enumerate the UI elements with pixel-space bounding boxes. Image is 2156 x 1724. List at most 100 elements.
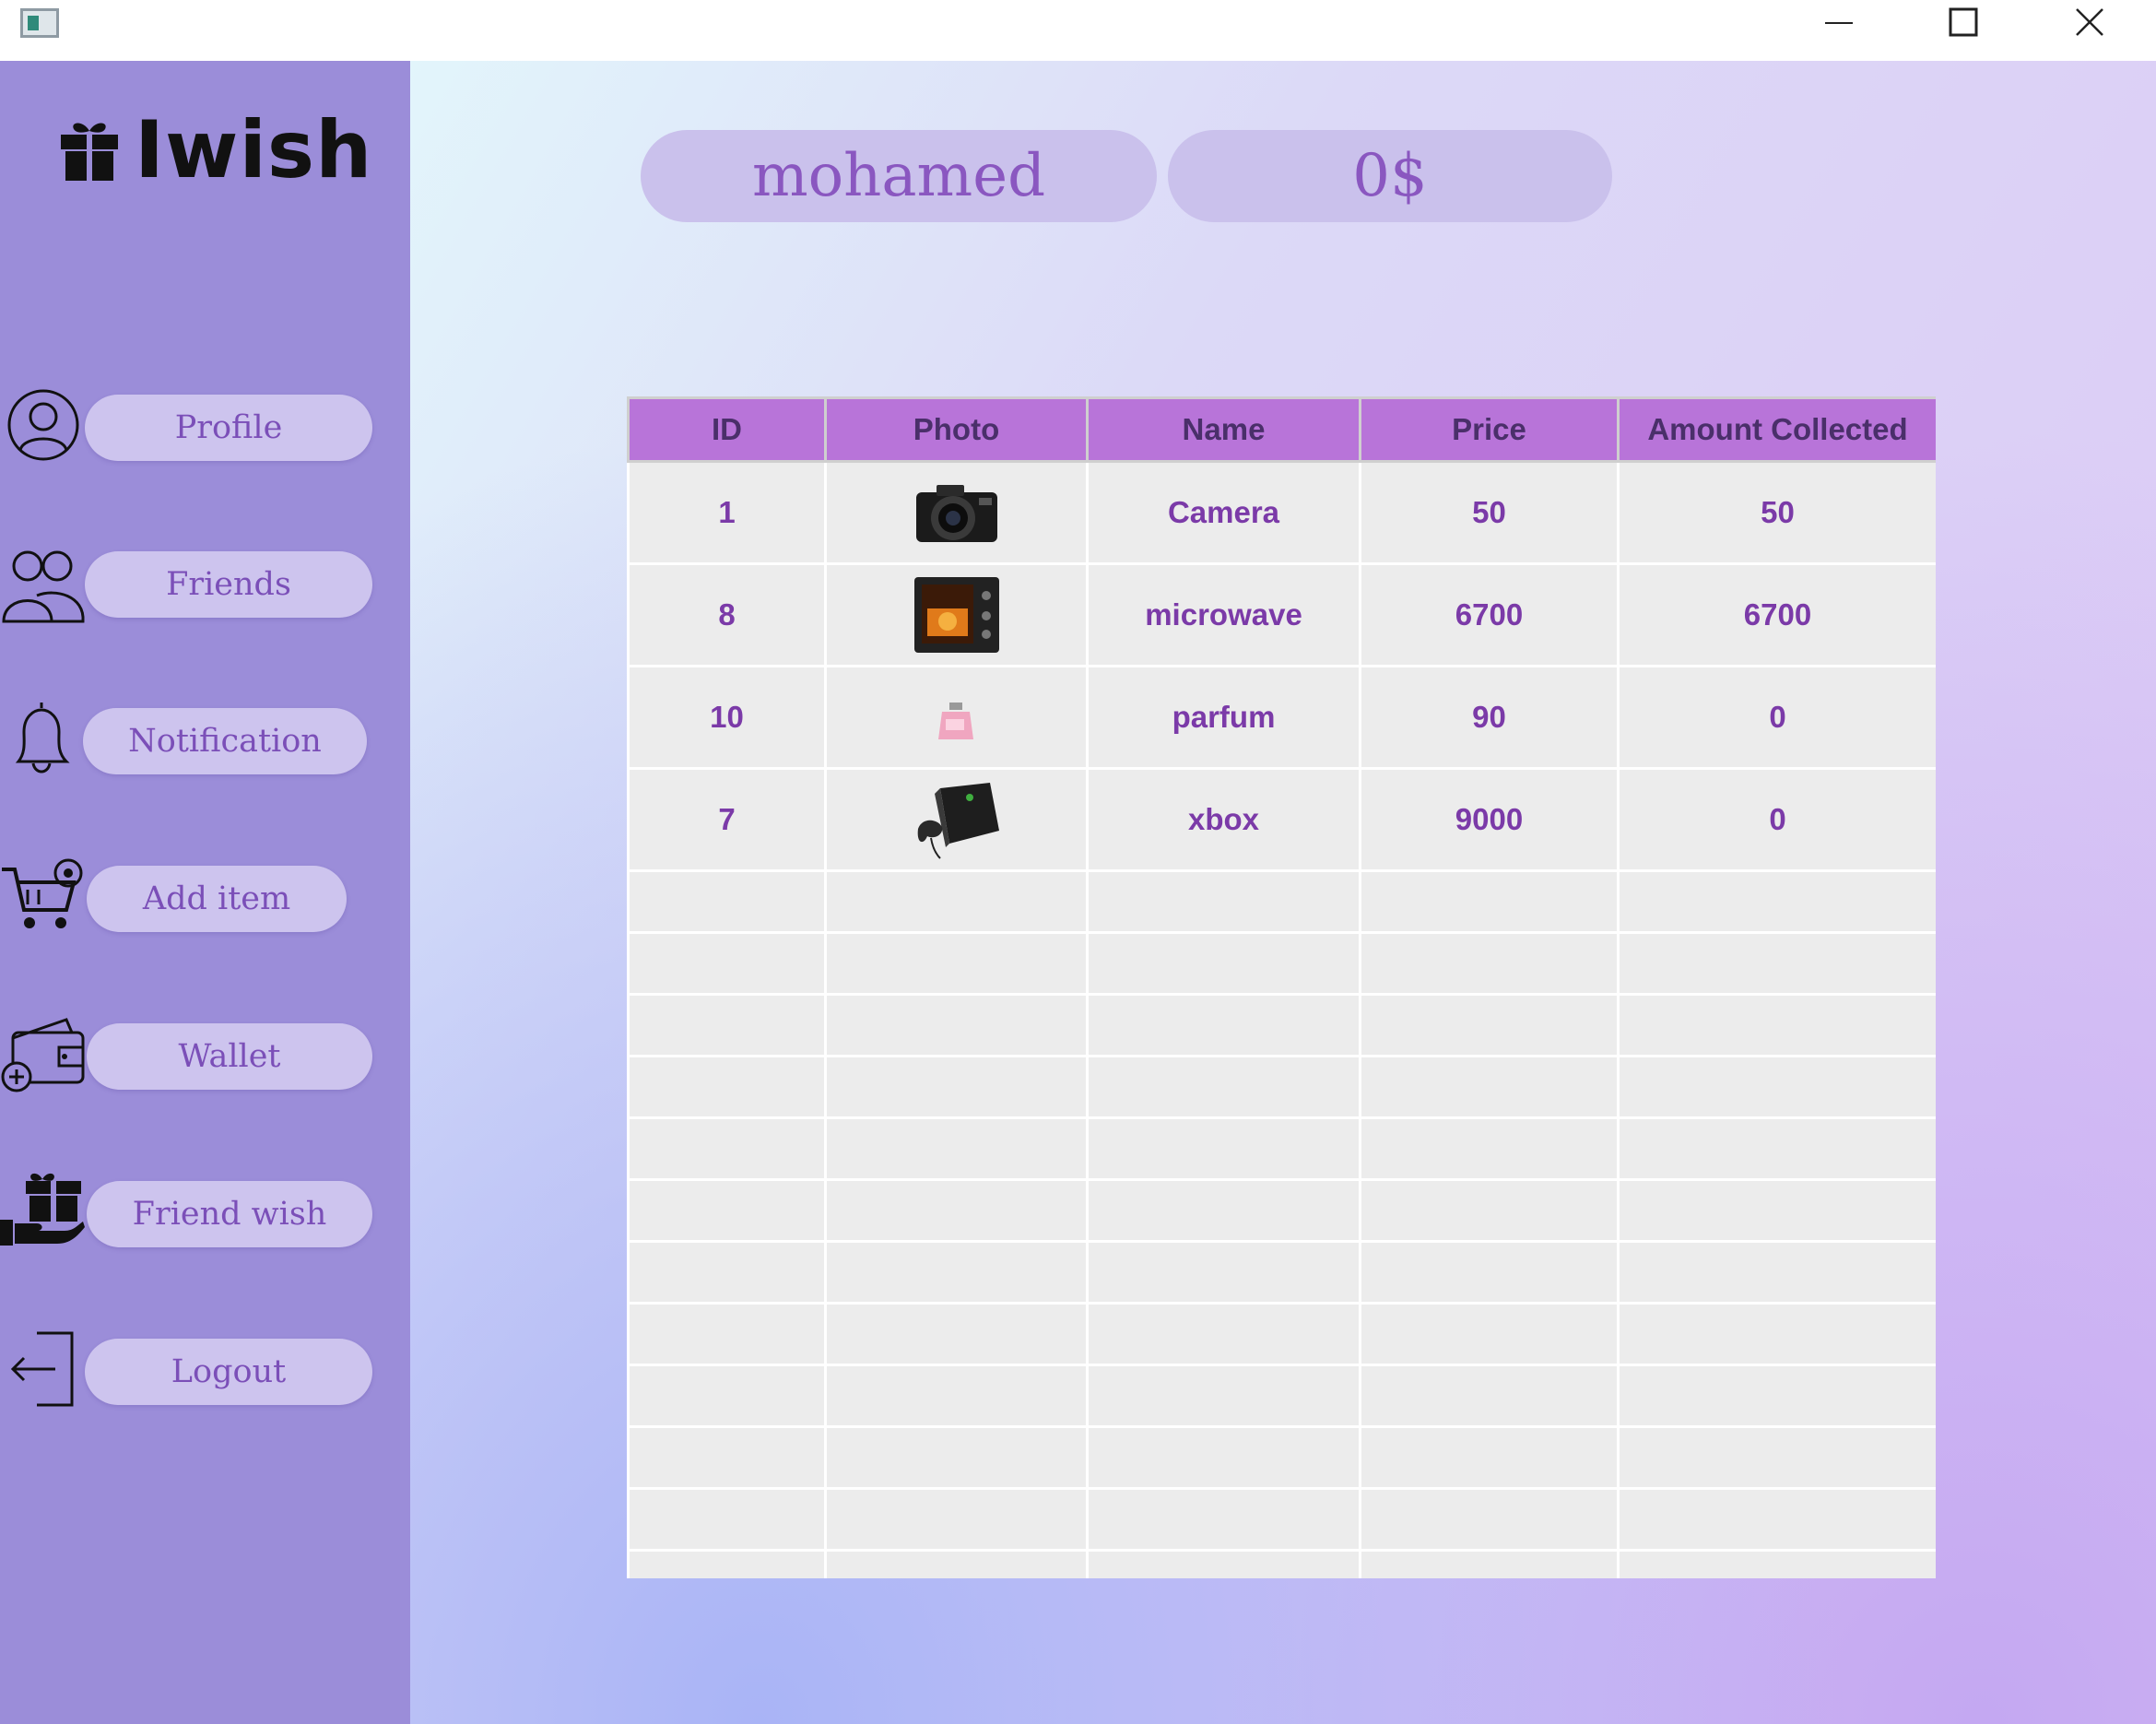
empty-cell <box>1359 1240 1620 1305</box>
empty-cell <box>824 1364 1089 1428</box>
empty-cell <box>1617 869 1936 934</box>
table-row-empty[interactable] <box>627 1364 1936 1428</box>
table-row[interactable]: 1 Camera 50 50 <box>627 460 1936 565</box>
column-header-amount-collected[interactable]: Amount Collected <box>1617 396 1936 463</box>
empty-cell <box>627 869 827 934</box>
sidebar-item-notification[interactable]: Notification <box>0 697 378 780</box>
sidebar-item-friend-wish[interactable]: Friend wish <box>0 1170 378 1253</box>
username-display: mohamed <box>641 130 1157 222</box>
column-header-name[interactable]: Name <box>1086 396 1361 463</box>
empty-cell <box>627 1178 827 1243</box>
cell-amount-collected: 0 <box>1617 665 1936 770</box>
cart-add-icon <box>2 858 83 928</box>
sidebar-item-label: Notification <box>83 708 367 774</box>
empty-cell <box>627 931 827 996</box>
column-header-price[interactable]: Price <box>1359 396 1620 463</box>
cell-photo <box>824 665 1089 770</box>
table-row-empty[interactable] <box>627 1240 1936 1305</box>
empty-cell <box>1617 1302 1936 1366</box>
empty-cell <box>824 1055 1089 1119</box>
cell-price: 9000 <box>1359 767 1620 872</box>
empty-cell <box>824 1116 1089 1181</box>
microwave-photo <box>913 577 999 653</box>
sidebar-item-wallet[interactable]: Wallet <box>0 1012 378 1095</box>
empty-cell <box>824 1178 1089 1243</box>
cell-price: 6700 <box>1359 562 1620 667</box>
minimize-icon <box>1825 22 1853 24</box>
main-content: mohamed 0$ ID Photo Name Price Amount Co… <box>410 61 2156 1724</box>
empty-cell <box>627 1240 827 1305</box>
maximize-icon <box>1949 7 1978 37</box>
cell-name: xbox <box>1086 767 1361 872</box>
empty-cell <box>1086 931 1361 996</box>
empty-cell <box>1359 1425 1620 1490</box>
empty-cell <box>824 1549 1089 1578</box>
empty-cell <box>1086 1178 1361 1243</box>
table-row-empty[interactable] <box>627 1055 1936 1119</box>
camera-photo <box>915 485 997 542</box>
empty-cell <box>824 1487 1089 1552</box>
empty-cell <box>824 1425 1089 1490</box>
empty-cell <box>824 1302 1089 1366</box>
cell-id: 1 <box>627 460 827 565</box>
empty-cell <box>1359 1178 1620 1243</box>
empty-cell <box>824 1240 1089 1305</box>
sidebar-item-friends[interactable]: Friends <box>0 540 378 623</box>
table-row-empty[interactable] <box>627 1116 1936 1181</box>
cell-amount-collected: 0 <box>1617 767 1936 872</box>
maximize-button[interactable] <box>1913 0 2014 44</box>
column-header-id[interactable]: ID <box>627 396 827 463</box>
sidebar-item-label: Wallet <box>87 1023 372 1090</box>
empty-cell <box>1359 1055 1620 1119</box>
table-row-empty[interactable] <box>627 993 1936 1057</box>
xbox-photo <box>917 783 999 859</box>
empty-cell <box>1617 1240 1936 1305</box>
sidebar-item-add-item[interactable]: Add item <box>0 855 378 938</box>
empty-cell <box>824 869 1089 934</box>
cell-name: microwave <box>1086 562 1361 667</box>
wallet-add-icon <box>1 1018 85 1092</box>
cell-photo <box>824 460 1089 565</box>
sidebar-item-label: Friends <box>85 551 372 618</box>
logout-icon <box>10 1331 74 1407</box>
empty-cell <box>1359 993 1620 1057</box>
empty-cell <box>1086 1425 1361 1490</box>
sidebar-item-label: Logout <box>85 1339 372 1405</box>
wishlist-table[interactable]: ID Photo Name Price Amount Collected 1 C… <box>627 396 1936 1578</box>
table-row-empty[interactable] <box>627 931 1936 996</box>
empty-cell <box>627 1549 827 1578</box>
empty-cell <box>1359 1116 1620 1181</box>
cell-name: parfum <box>1086 665 1361 770</box>
empty-cell <box>1086 1240 1361 1305</box>
bell-icon <box>15 703 70 773</box>
sidebar-item-profile[interactable]: Profile <box>0 384 378 466</box>
empty-cell <box>1359 931 1620 996</box>
close-button[interactable] <box>2039 0 2140 44</box>
close-icon <box>2076 8 2103 36</box>
empty-cell <box>1086 1055 1361 1119</box>
empty-cell <box>824 931 1089 996</box>
table-row-empty[interactable] <box>627 869 1936 934</box>
sidebar-item-logout[interactable]: Logout <box>0 1328 378 1411</box>
table-row-empty[interactable] <box>627 1549 1936 1578</box>
minimize-button[interactable] <box>1788 0 1890 44</box>
user-circle-icon <box>7 389 79 461</box>
empty-cell <box>1086 1487 1361 1552</box>
table-row[interactable]: 8 microwave 6700 6700 <box>627 562 1936 667</box>
table-row[interactable]: 10 parfum 90 0 <box>627 665 1936 770</box>
table-row[interactable]: 7 xbox 9000 0 <box>627 767 1936 872</box>
cell-price: 50 <box>1359 460 1620 565</box>
table-row-empty[interactable] <box>627 1487 1936 1552</box>
sidebar-item-label: Friend wish <box>87 1181 372 1247</box>
table-row-empty[interactable] <box>627 1425 1936 1490</box>
users-icon <box>2 550 85 623</box>
sidebar: Iwish Profile Friends Notification Add i… <box>0 61 410 1724</box>
cell-amount-collected: 6700 <box>1617 562 1936 667</box>
cell-photo <box>824 767 1089 872</box>
column-header-photo[interactable]: Photo <box>824 396 1089 463</box>
cell-amount-collected: 50 <box>1617 460 1936 565</box>
table-row-empty[interactable] <box>627 1302 1936 1366</box>
empty-cell <box>1086 1302 1361 1366</box>
table-row-empty[interactable] <box>627 1178 1936 1243</box>
empty-cell <box>1617 1055 1936 1119</box>
